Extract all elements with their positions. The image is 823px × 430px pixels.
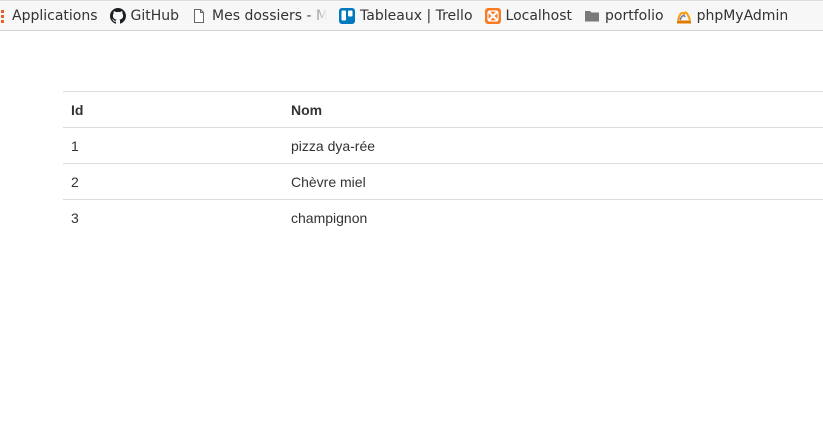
cell-id: 1 bbox=[63, 127, 283, 164]
column-header-nom: Nom bbox=[283, 91, 823, 128]
cell-nom: champignon bbox=[283, 199, 823, 236]
table-row: 2 Chèvre miel bbox=[63, 163, 823, 200]
page-icon bbox=[191, 8, 207, 24]
bookmark-label: Localhost bbox=[505, 7, 573, 24]
page-content: Id Nom 1 pizza dya-rée 2 Chèvre miel 3 c… bbox=[0, 31, 823, 430]
bookmark-label: GitHub bbox=[130, 7, 180, 24]
cell-nom: Chèvre miel bbox=[283, 163, 823, 200]
phpmyadmin-icon bbox=[676, 8, 692, 24]
column-header-id: Id bbox=[63, 91, 283, 128]
apps-grid-icon bbox=[0, 8, 7, 24]
cell-id: 2 bbox=[63, 163, 283, 200]
bookmark-github[interactable]: GitHub bbox=[109, 4, 180, 28]
bookmark-trello[interactable]: Tableaux | Trello bbox=[339, 4, 473, 28]
table-row: 1 pizza dya-rée bbox=[63, 127, 823, 164]
xampp-icon bbox=[484, 7, 501, 24]
bookmark-applications[interactable]: Applications bbox=[0, 4, 98, 28]
bookmark-label: Mes dossiers - My bbox=[212, 7, 328, 24]
bookmark-label: Tableaux | Trello bbox=[360, 7, 473, 24]
github-icon bbox=[109, 7, 126, 24]
bookmark-label: portfolio bbox=[605, 7, 664, 24]
trello-icon bbox=[339, 7, 356, 24]
bookmark-localhost[interactable]: Localhost bbox=[484, 4, 573, 28]
table-header-row: Id Nom bbox=[63, 91, 823, 128]
bookmark-label: phpMyAdmin bbox=[696, 7, 789, 24]
folder-icon bbox=[584, 8, 600, 24]
cell-id: 3 bbox=[63, 199, 283, 236]
bookmark-phpmyadmin[interactable]: phpMyAdmin bbox=[676, 4, 789, 28]
table-row: 3 champignon bbox=[63, 199, 823, 236]
bookmark-portfolio[interactable]: portfolio bbox=[584, 4, 664, 28]
cell-nom: pizza dya-rée bbox=[283, 127, 823, 164]
data-table: Id Nom 1 pizza dya-rée 2 Chèvre miel 3 c… bbox=[63, 91, 823, 236]
bookmarks-bar: Applications GitHub Mes dossiers - My Ta… bbox=[0, 0, 823, 31]
bookmark-mes-dossiers[interactable]: Mes dossiers - My bbox=[191, 4, 327, 28]
bookmark-label: Applications bbox=[12, 7, 98, 24]
